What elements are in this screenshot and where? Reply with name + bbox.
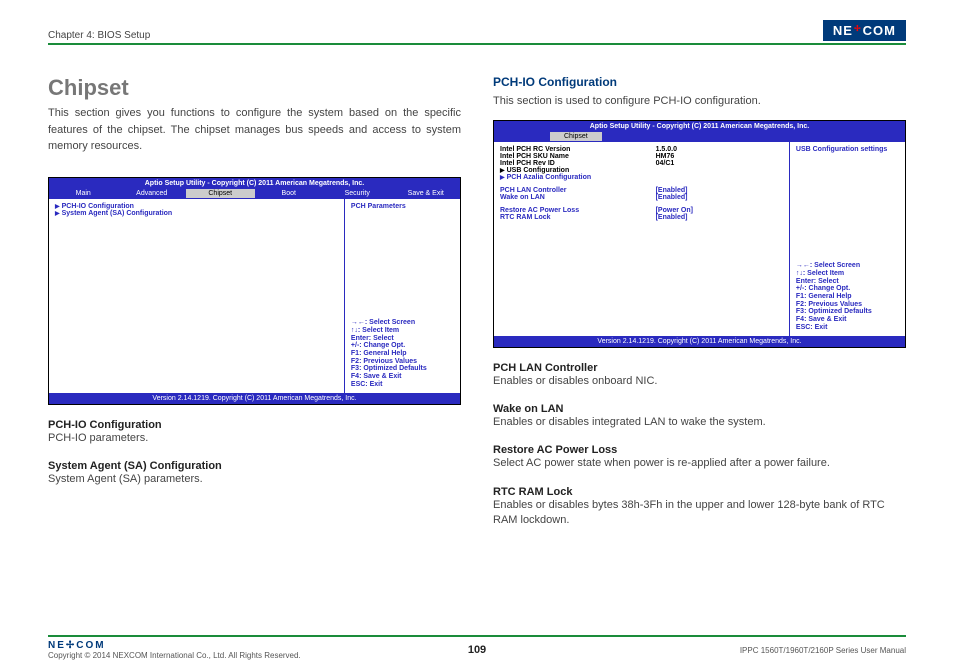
page-footer: NE✢COM Copyright © 2014 NEXCOM Internati… — [48, 635, 906, 660]
menu-sa-config[interactable]: System Agent (SA) Configuration — [55, 210, 338, 217]
desc-sa-config: System Agent (SA) Configuration System A… — [48, 460, 461, 487]
help-keys: →←: Select Screen ↑↓: Select Item Enter:… — [796, 262, 899, 331]
tab-security[interactable]: Security — [323, 189, 392, 198]
setting-pch-lan[interactable]: PCH LAN Controller[Enabled] — [500, 187, 783, 194]
menu-pch-io[interactable]: PCH-IO Configuration — [55, 203, 338, 210]
bios-side-panel: USB Configuration settings →←: Select Sc… — [790, 142, 905, 336]
desc-pch-io: PCH-IO Configuration PCH-IO parameters. — [48, 419, 461, 446]
help-key: F4: Save & Exit — [796, 316, 899, 324]
help-key: Enter: Select — [351, 335, 454, 343]
desc-text: Select AC power state when power is re-a… — [493, 456, 906, 471]
help-key: →←: Select Screen — [796, 262, 899, 270]
desc-wake-lan: Wake on LAN Enables or disables integrat… — [493, 403, 906, 430]
desc-restore-ac: Restore AC Power Loss Select AC power st… — [493, 444, 906, 471]
desc-text: Enables or disables integrated LAN to wa… — [493, 415, 906, 430]
setting-rtc-ram[interactable]: RTC RAM Lock[Enabled] — [500, 214, 783, 221]
bios-footer: Version 2.14.1219. Copyright (C) 2011 Am… — [49, 393, 460, 404]
help-key: F2: Previous Values — [351, 358, 454, 366]
help-key: F3: Optimized Defaults — [796, 308, 899, 316]
help-key: ESC: Exit — [796, 324, 899, 332]
bios-main-panel: Intel PCH RC Version1.5.0.0 Intel PCH SK… — [494, 142, 790, 336]
setting-wake-on-lan[interactable]: Wake on LAN[Enabled] — [500, 194, 783, 201]
setting-restore-ac[interactable]: Restore AC Power Loss[Power On] — [500, 207, 783, 214]
copyright: Copyright © 2014 NEXCOM International Co… — [48, 651, 301, 660]
section-title: Chipset — [48, 75, 461, 101]
page-number: 109 — [468, 644, 486, 656]
submenu-azalia-config[interactable]: PCH Azalia Configuration — [500, 174, 783, 181]
bios-main-panel: PCH-IO Configuration System Agent (SA) C… — [49, 199, 345, 393]
help-key: +/-: Change Opt. — [796, 285, 899, 293]
bios-tab-bar: Chipset — [494, 132, 905, 141]
submenu-usb-config[interactable]: USB Configuration — [500, 167, 783, 174]
bios-header: Aptio Setup Utility - Copyright (C) 2011… — [494, 121, 905, 132]
help-key: F1: General Help — [351, 350, 454, 358]
help-key: →←: Select Screen — [351, 319, 454, 327]
bios-footer: Version 2.14.1219. Copyright (C) 2011 Am… — [494, 336, 905, 347]
bios-side-panel: PCH Parameters →←: Select Screen ↑↓: Sel… — [345, 199, 460, 393]
desc-title: System Agent (SA) Configuration — [48, 460, 461, 472]
help-key: +/-: Change Opt. — [351, 342, 454, 350]
bios-screenshot-chipset: Aptio Setup Utility - Copyright (C) 2011… — [48, 177, 461, 405]
info-row: Intel PCH RC Version1.5.0.0 — [500, 146, 783, 153]
help-keys: →←: Select Screen ↑↓: Select Item Enter:… — [351, 319, 454, 388]
desc-text: Enables or disables bytes 38h-3Fh in the… — [493, 498, 906, 529]
help-key: Enter: Select — [796, 278, 899, 286]
tab-chipset-active[interactable]: Chipset — [550, 132, 602, 141]
help-key: F4: Save & Exit — [351, 373, 454, 381]
desc-title: PCH-IO Configuration — [48, 419, 461, 431]
side-description: PCH Parameters — [351, 203, 454, 210]
doc-title: IPPC 1560T/1960T/2160P Series User Manua… — [740, 646, 906, 655]
info-row: Intel PCH Rev ID04/C1 — [500, 160, 783, 167]
tab-advanced[interactable]: Advanced — [118, 189, 187, 198]
bios-header: Aptio Setup Utility - Copyright (C) 2011… — [49, 178, 460, 189]
right-column: PCH-IO Configuration This section is use… — [493, 75, 906, 528]
desc-text: Enables or disables onboard NIC. — [493, 374, 906, 389]
help-key: ESC: Exit — [351, 381, 454, 389]
help-key: F1: General Help — [796, 293, 899, 301]
desc-text: System Agent (SA) parameters. — [48, 472, 461, 487]
subsection-intro: This section is used to configure PCH-IO… — [493, 93, 906, 110]
desc-title: Restore AC Power Loss — [493, 444, 906, 456]
side-description: USB Configuration settings — [796, 146, 899, 153]
subsection-title: PCH-IO Configuration — [493, 75, 906, 89]
section-intro: This section gives you functions to conf… — [48, 105, 461, 155]
desc-title: PCH LAN Controller — [493, 362, 906, 374]
chapter-label: Chapter 4: BIOS Setup — [48, 30, 150, 41]
bios-tab-bar: Main Advanced Chipset Boot Security Save… — [49, 189, 460, 198]
help-key: ↑↓: Select Item — [796, 270, 899, 278]
tab-save-exit[interactable]: Save & Exit — [392, 189, 461, 198]
footer-logo: NE✢COM — [48, 640, 301, 651]
tab-main[interactable]: Main — [49, 189, 118, 198]
info-row: Intel PCH SKU NameHM76 — [500, 153, 783, 160]
desc-pch-lan: PCH LAN Controller Enables or disables o… — [493, 362, 906, 389]
help-key: ↑↓: Select Item — [351, 327, 454, 335]
desc-title: Wake on LAN — [493, 403, 906, 415]
left-column: Chipset This section gives you functions… — [48, 75, 461, 528]
bios-screenshot-pchio: Aptio Setup Utility - Copyright (C) 2011… — [493, 120, 906, 348]
help-key: F3: Optimized Defaults — [351, 365, 454, 373]
desc-text: PCH-IO parameters. — [48, 431, 461, 446]
tab-boot[interactable]: Boot — [255, 189, 324, 198]
desc-rtc-ram: RTC RAM Lock Enables or disables bytes 3… — [493, 486, 906, 529]
nexcom-logo: NE✢COM — [823, 20, 906, 41]
tab-chipset[interactable]: Chipset — [186, 189, 255, 198]
desc-title: RTC RAM Lock — [493, 486, 906, 498]
top-bar: Chapter 4: BIOS Setup NE✢COM — [48, 20, 906, 45]
help-key: F2: Previous Values — [796, 301, 899, 309]
